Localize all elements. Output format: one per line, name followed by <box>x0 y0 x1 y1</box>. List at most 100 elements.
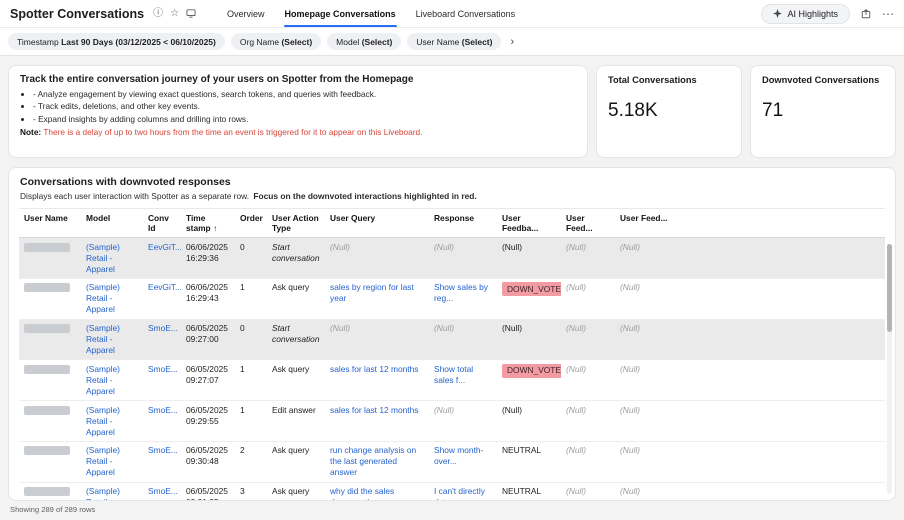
table-row[interactable]: (Sample) Retail - ApparelSmoE...06/05/20… <box>19 319 885 360</box>
cell-user-feedback-3: (Null) <box>615 360 673 401</box>
filter-chip-user-name[interactable]: User Name (Select) <box>407 33 501 50</box>
cell-response[interactable]: I can't directly det... <box>429 482 497 501</box>
cell-user-name <box>19 319 81 360</box>
cell-response[interactable]: Show month-over... <box>429 441 497 482</box>
cell-user-query[interactable]: sales for last 12 months <box>325 360 429 401</box>
kpi-total-conversations[interactable]: Total Conversations 5.18K <box>596 65 742 158</box>
note-text: There is a delay of up to two hours from… <box>43 127 422 137</box>
info-icon[interactable]: ⓘ <box>153 9 163 19</box>
cell-user-action-type: Ask query <box>267 482 325 501</box>
kpi-downvoted-conversations[interactable]: Downvoted Conversations 71 <box>750 65 896 158</box>
column-header-user-name[interactable]: User Name <box>19 209 81 238</box>
cell-model[interactable]: (Sample) Retail - Apparel <box>81 441 143 482</box>
cell-response: (Null) <box>429 319 497 360</box>
summary-cards-row: Track the entire conversation journey of… <box>8 65 896 158</box>
table-scrollbar[interactable] <box>887 244 892 494</box>
cell-model[interactable]: (Sample) Retail - Apparel <box>81 278 143 319</box>
cell-conv-id[interactable]: SmoE... <box>143 441 181 482</box>
table-subtitle-emphasis: Focus on the downvoted interactions high… <box>253 191 476 201</box>
present-icon[interactable] <box>186 9 196 18</box>
cell-user-name <box>19 401 81 442</box>
ai-highlights-button[interactable]: AI Highlights <box>761 4 850 24</box>
cell-user-feedback-3: (Null) <box>615 238 673 279</box>
column-header-user-feed[interactable]: User Feed... <box>561 209 615 238</box>
cell-conv-id[interactable]: SmoE... <box>143 360 181 401</box>
cell-model[interactable]: (Sample) Retail - Apparel <box>81 401 143 442</box>
cell-user-feedback: (Null) <box>497 401 561 442</box>
cell-user-query[interactable]: run change analysis on the last generate… <box>325 441 429 482</box>
cell-conv-id[interactable]: EevGiT... <box>143 238 181 279</box>
redacted-user-name <box>24 365 70 374</box>
cell-model[interactable]: (Sample) Retail - Apparel <box>81 238 143 279</box>
cell-filler <box>673 441 885 482</box>
sort-ascending-icon: ↑ <box>211 223 218 233</box>
cell-conv-id[interactable]: EevGiT... <box>143 278 181 319</box>
cell-user-query[interactable]: sales for last 12 months <box>325 401 429 442</box>
star-icon[interactable]: ☆ <box>170 9 179 19</box>
table-row[interactable]: (Sample) Retail - ApparelSmoE...06/05/20… <box>19 441 885 482</box>
filter-chip-model[interactable]: Model (Select) <box>327 33 401 50</box>
cell-model[interactable]: (Sample) Retail - Apparel <box>81 482 143 501</box>
cell-user-name <box>19 278 81 319</box>
topbar: Spotter Conversations ⓘ ☆ OverviewHomepa… <box>0 0 904 28</box>
info-bullet-list: - Analyze engagement by viewing exact qu… <box>33 88 576 125</box>
filters-scroll-right-icon[interactable]: › <box>507 36 517 48</box>
cell-user-action-type: Ask query <box>267 278 325 319</box>
column-header-user-feedba[interactable]: User Feedba... <box>497 209 561 238</box>
cell-user-name <box>19 360 81 401</box>
downvote-badge: DOWN_VOTE <box>502 364 561 378</box>
cell-conv-id[interactable]: SmoE... <box>143 482 181 501</box>
column-header-filler <box>673 209 885 238</box>
cell-order: 1 <box>235 401 267 442</box>
column-header-response[interactable]: Response <box>429 209 497 238</box>
column-header-order[interactable]: Order <box>235 209 267 238</box>
cell-user-feedback-2: (Null) <box>561 482 615 501</box>
tab-liveboard-conversations[interactable]: Liveboard Conversations <box>406 0 526 27</box>
tab-homepage-conversations[interactable]: Homepage Conversations <box>275 0 406 27</box>
more-menu-icon[interactable]: ⋯ <box>882 8 894 20</box>
cell-conv-id[interactable]: SmoE... <box>143 319 181 360</box>
cell-user-feedback: DOWN_VOTE <box>497 278 561 319</box>
column-header-user-query[interactable]: User Query <box>325 209 429 238</box>
column-header-user-feed[interactable]: User Feed... <box>615 209 673 238</box>
filter-chip-org-name[interactable]: Org Name (Select) <box>231 33 321 50</box>
cell-user-query: (Null) <box>325 238 429 279</box>
cell-user-feedback-2: (Null) <box>561 401 615 442</box>
cell-filler <box>673 238 885 279</box>
filter-chip-timestamp[interactable]: Timestamp Last 90 Days (03/12/2025 < 06/… <box>8 33 225 50</box>
column-header-conv-id[interactable]: Conv Id <box>143 209 181 238</box>
cell-user-feedback: NEUTRAL <box>497 482 561 501</box>
cell-user-feedback-3: (Null) <box>615 278 673 319</box>
table-row[interactable]: (Sample) Retail - ApparelSmoE...06/05/20… <box>19 482 885 501</box>
cell-response[interactable]: Show sales by reg... <box>429 278 497 319</box>
cell-user-query[interactable]: why did the sales decreased <box>325 482 429 501</box>
cell-model[interactable]: (Sample) Retail - Apparel <box>81 360 143 401</box>
cell-model[interactable]: (Sample) Retail - Apparel <box>81 319 143 360</box>
scrollbar-thumb[interactable] <box>887 244 892 332</box>
cell-timestamp: 06/05/2025 09:27:07 <box>181 360 235 401</box>
redacted-user-name <box>24 243 70 252</box>
page-title: Spotter Conversations <box>10 7 144 21</box>
cell-user-feedback-3: (Null) <box>615 482 673 501</box>
filter-chip-label: Model <box>336 37 362 47</box>
column-header-user-action-type[interactable]: User Action Type <box>267 209 325 238</box>
column-header-model[interactable]: Model <box>81 209 143 238</box>
redacted-user-name <box>24 446 70 455</box>
cell-user-feedback-3: (Null) <box>615 401 673 442</box>
cell-user-query[interactable]: sales by region for last year <box>325 278 429 319</box>
table-row[interactable]: (Sample) Retail - ApparelSmoE...06/05/20… <box>19 401 885 442</box>
column-header-time-stamp[interactable]: Time stamp ↑ <box>181 209 235 238</box>
cell-order: 3 <box>235 482 267 501</box>
tab-overview[interactable]: Overview <box>217 0 275 27</box>
table-row[interactable]: (Sample) Retail - ApparelSmoE...06/05/20… <box>19 360 885 401</box>
table-row[interactable]: (Sample) Retail - ApparelEevGiT...06/06/… <box>19 278 885 319</box>
cell-conv-id[interactable]: SmoE... <box>143 401 181 442</box>
table-row[interactable]: (Sample) Retail - ApparelEevGiT...06/06/… <box>19 238 885 279</box>
table-card: Conversations with downvoted responses D… <box>8 167 896 501</box>
redacted-user-name <box>24 406 70 415</box>
conversations-table-body: (Sample) Retail - ApparelEevGiT...06/06/… <box>19 238 885 501</box>
cell-user-action-type: Start conversation <box>267 238 325 279</box>
export-icon[interactable] <box>861 9 871 19</box>
main-content: Track the entire conversation journey of… <box>0 56 904 518</box>
cell-response[interactable]: Show total sales f... <box>429 360 497 401</box>
